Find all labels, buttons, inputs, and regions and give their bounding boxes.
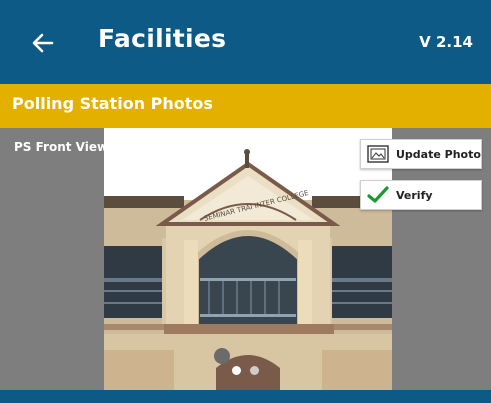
carousel-indicator [232,366,272,378]
verify-button[interactable]: Verify [360,180,482,210]
update-photo-label: Update Photo [396,147,481,161]
bottom-bar [0,390,491,403]
back-button[interactable] [28,28,58,58]
building-photo-image: SEMINAR TRAI INTER COLLEGE [104,128,392,390]
section-title: Polling Station Photos [12,94,213,113]
version-label: V 2.14 [419,33,473,51]
carousel-dot-active[interactable] [232,366,241,375]
update-photo-button[interactable]: Update Photo [360,139,482,169]
page-title: Facilities [98,24,227,53]
verify-label: Verify [396,188,433,202]
check-icon [367,186,389,203]
polling-station-photo[interactable]: SEMINAR TRAI INTER COLLEGE [104,128,392,390]
section-header: Polling Station Photos [0,84,491,128]
photo-panel-left [0,128,104,390]
photo-label: PS Front View [14,140,109,154]
image-frame-icon [367,145,389,163]
carousel-dot[interactable] [250,366,259,375]
arrow-left-icon [32,33,54,53]
app-bar: Facilities V 2.14 [0,0,491,84]
